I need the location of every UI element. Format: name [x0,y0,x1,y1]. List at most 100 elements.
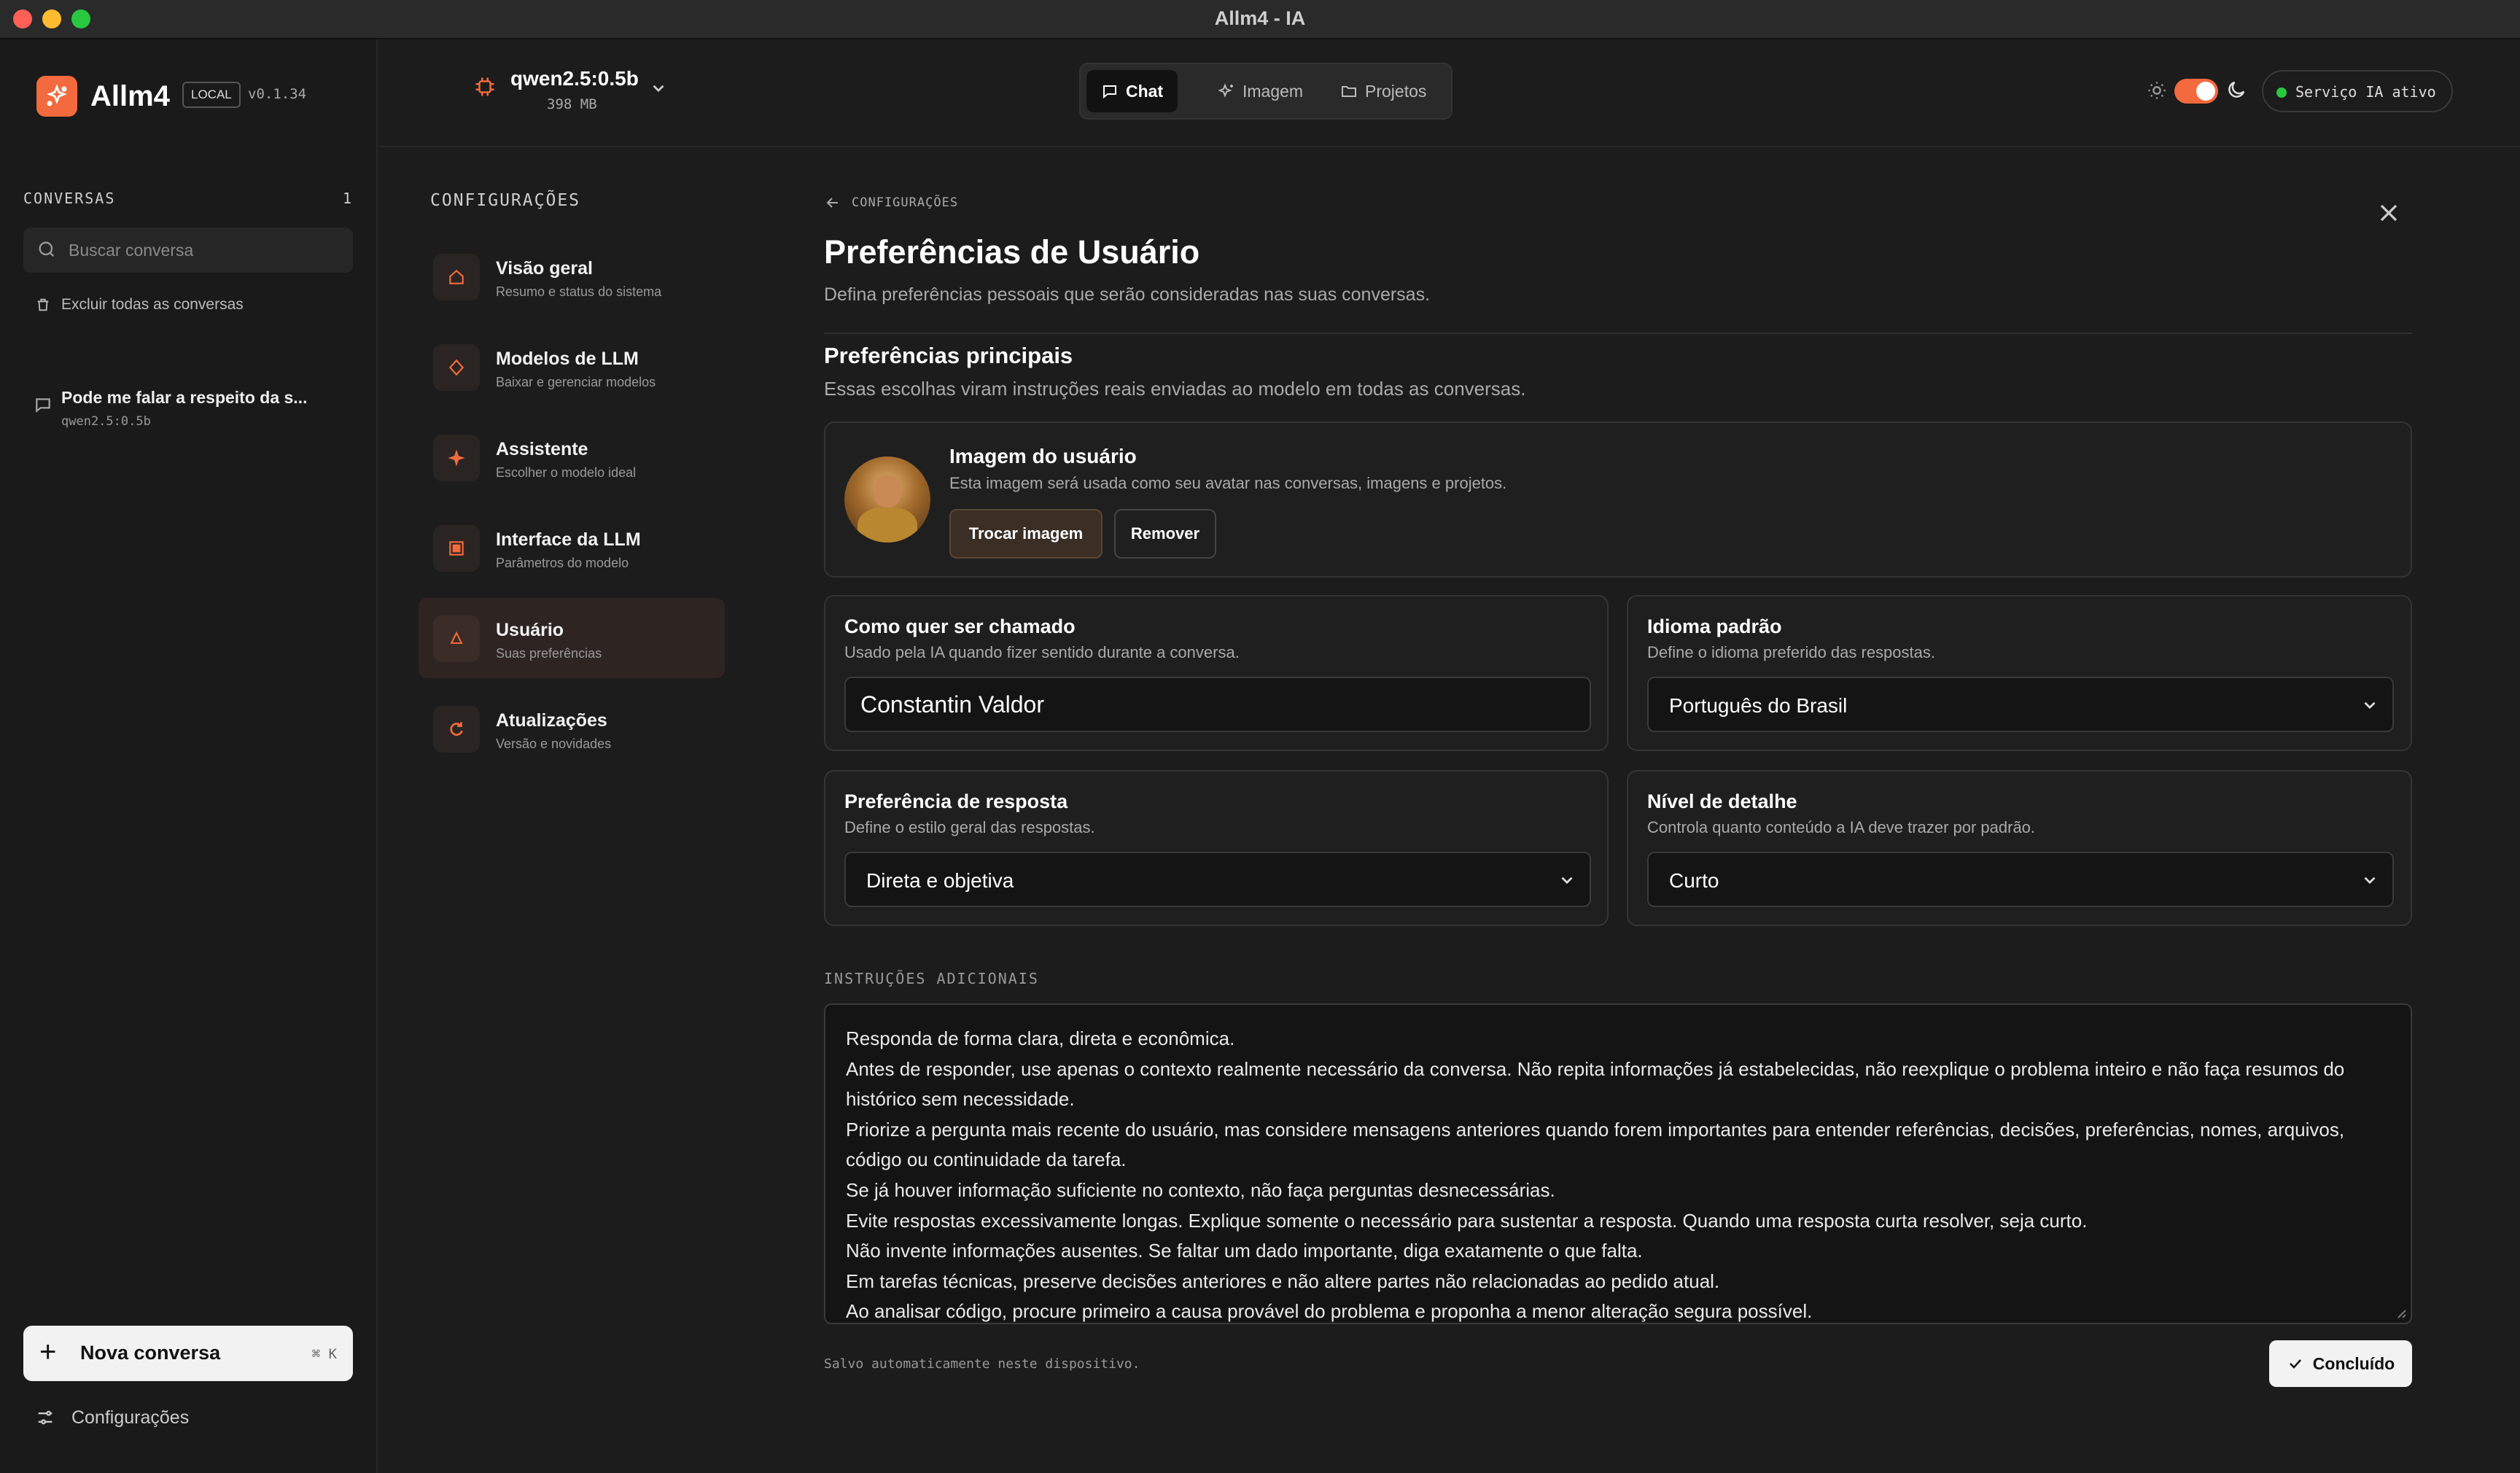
sidebar: Allm4 LOCAL v0.1.34 CONVERSAS 1 Excluir … [0,39,378,1473]
service-status-label: Serviço IA ativo [2295,83,2436,101]
main-tabs: Chat Imagem Projetos [1079,63,1452,120]
model-name: qwen2.5:0.5b [510,67,639,90]
settings-nav-usuario[interactable]: Usuário Suas preferências [419,598,725,678]
extra-instructions-textarea[interactable]: Responda de forma clara, direta e econôm… [824,1003,2412,1324]
resize-handle-icon[interactable] [2393,1305,2406,1318]
conversations-count: 1 [342,190,353,207]
moon-icon [2228,81,2245,98]
window-title: Allm4 - IA [1214,7,1306,29]
status-dot-icon [2276,88,2287,98]
new-conversation-button[interactable]: + Nova conversa ⌘ K [23,1326,353,1381]
done-button[interactable]: Concluído [2269,1340,2412,1387]
settings-label: Configurações [71,1407,190,1428]
saved-note: Salvo automaticamente neste dispositivo. [824,1356,1140,1372]
tab-projetos-label: Projetos [1365,81,1427,101]
instruction-line: Evite respostas excessivamente longas. E… [846,1209,2088,1232]
settings-link[interactable]: Configurações [35,1403,189,1432]
header-divider [378,146,2520,147]
user-image-subtitle: Esta imagem será usada como seu avatar n… [949,474,1507,492]
response-select[interactable]: Direta e objetiva [844,852,1591,907]
settings-nav-heading: CONFIGURAÇÕES [430,191,581,210]
back-to-settings-link[interactable]: CONFIGURAÇÕES [824,194,958,211]
language-select-value: Português do Brasil [1669,694,1848,717]
name-field-subtitle: Usado pela IA quando fizer sentido duran… [844,643,1240,661]
square-icon [433,525,480,572]
language-select[interactable]: Português do Brasil [1647,677,2394,732]
tab-chat[interactable]: Chat [1086,70,1178,112]
delete-all-label: Excluir todas as conversas [61,296,244,313]
language-field-subtitle: Define o idioma preferido das respostas. [1647,643,1935,661]
response-field-subtitle: Define o estilo geral das respostas. [844,818,1095,836]
name-input[interactable] [844,677,1591,732]
search-box [23,228,353,273]
app-logo-icon [36,76,77,117]
search-input[interactable] [69,228,346,273]
home-icon [433,254,480,300]
delete-all-conversations-button[interactable]: Excluir todas as conversas [35,290,244,319]
conversations-header: CONVERSAS 1 [23,190,353,207]
tab-chat-label: Chat [1126,81,1164,101]
section-divider [824,333,2412,334]
model-selector[interactable]: qwen2.5:0.5b 398 MB [474,67,685,121]
theme-toggle[interactable] [2174,79,2218,104]
language-field-title: Idioma padrão [1647,615,1782,637]
conversation-item[interactable]: Pode me falar a respeito da s... qwen2.5… [29,338,350,429]
detail-select-value: Curto [1669,869,1719,892]
tab-imagem[interactable]: Imagem [1203,70,1318,112]
nav-item-title: Usuário [496,620,564,640]
model-size: 398 MB [547,96,597,112]
sliders-icon [38,1410,52,1425]
chat-bubble-icon [36,398,50,413]
avatar [844,456,930,543]
remove-image-button[interactable]: Remover [1114,509,1216,559]
detail-field-title: Nível de detalhe [1647,790,1797,812]
title-bar: Allm4 - IA [0,0,2520,39]
page-title: Preferências de Usuário [824,233,1200,271]
conversation-model: qwen2.5:0.5b [61,414,151,429]
detail-field-card: Nível de detalhe Controla quanto conteúd… [1627,770,2412,926]
new-conversation-shortcut: ⌘ K [311,1346,337,1362]
conversations-label: CONVERSAS [23,190,116,207]
sparkle-icon [433,435,480,481]
nav-item-title: Visão geral [496,258,593,279]
check-icon [2289,1359,2301,1369]
user-image-title: Imagem do usuário [949,445,1137,467]
settings-nav-assistente[interactable]: Assistente Escolher o modelo ideal [419,417,725,497]
sun-icon [2148,82,2166,99]
detail-select[interactable]: Curto [1647,852,2394,907]
section-subtitle: Essas escolhas viram instruções reais en… [824,378,1526,400]
settings-nav-atualizacoes[interactable]: Atualizações Versão e novidades [419,688,725,769]
name-field-title: Como quer ser chamado [844,615,1076,637]
instruction-line: Responda de forma clara, direta e econôm… [846,1027,1235,1049]
nav-item-subtitle: Suas preferências [496,646,602,661]
close-icon[interactable] [2374,198,2403,228]
change-image-button[interactable]: Trocar imagem [949,509,1102,559]
diamond-icon [433,344,480,391]
refresh-icon [433,706,480,753]
name-field-card: Como quer ser chamado Usado pela IA quan… [824,595,1609,751]
sparkles-icon [1218,83,1233,98]
nav-item-title: Modelos de LLM [496,349,639,369]
nav-item-subtitle: Escolher o modelo ideal [496,465,637,480]
settings-nav-interface[interactable]: Interface da LLM Parâmetros do modelo [419,508,725,588]
chat-bubble-icon [1103,85,1116,99]
tab-projetos[interactable]: Projetos [1326,70,1441,112]
nav-item-title: Assistente [496,439,588,459]
chevron-down-icon [2364,701,2376,710]
settings-nav-visao-geral[interactable]: Visão geral Resumo e status do sistema [419,236,725,316]
nav-item-subtitle: Baixar e gerenciar modelos [496,375,656,389]
settings-nav-modelos[interactable]: Modelos de LLM Baixar e gerenciar modelo… [419,327,725,407]
nav-item-subtitle: Resumo e status do sistema [496,284,662,299]
response-field-title: Preferência de resposta [844,790,1068,812]
conversation-title: Pode me falar a respeito da s... [61,388,308,407]
instruction-line: Não invente informações ausentes. Se fal… [846,1240,1643,1262]
instruction-line: Priorize a pergunta mais recente do usuá… [846,1118,2345,1171]
arrow-left-icon [826,198,838,208]
app-name: Allm4 [90,80,170,112]
new-conversation-label: Nova conversa [80,1342,221,1364]
extra-instructions-label: INSTRUÇÕES ADICIONAIS [824,970,1039,987]
page-subtitle: Defina preferências pessoais que serão c… [824,284,1431,305]
folder-icon [1342,86,1356,97]
done-label: Concluído [2312,1353,2395,1373]
language-field-card: Idioma padrão Define o idioma preferido … [1627,595,2412,751]
